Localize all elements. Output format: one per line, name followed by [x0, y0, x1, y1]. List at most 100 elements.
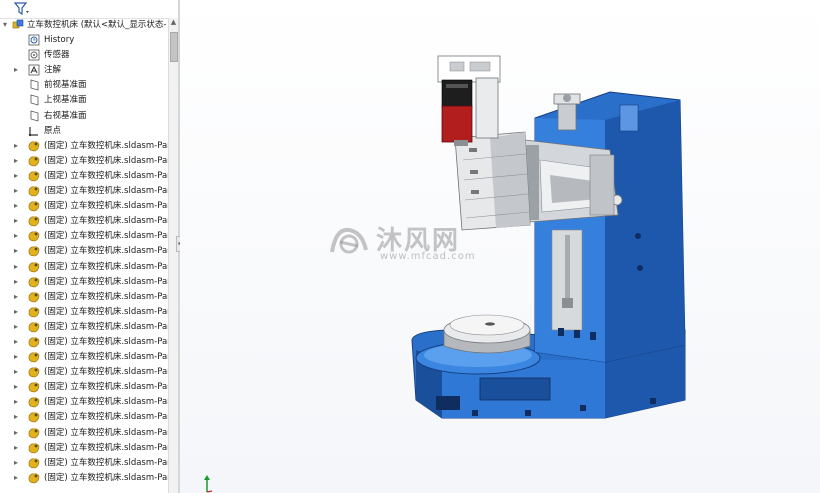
expand-icon[interactable]: ▸ [14, 458, 22, 467]
tree-list: ▾ 立车数控机床 (默认<默认_显示状态- History 传感器 ▸ 注解 前视基准面… [0, 18, 174, 486]
tree-item-label: (固定) 立车数控机床.sldasm-Part [44, 216, 174, 227]
tree-item-label: 原点 [44, 125, 62, 136]
tree-item-part[interactable]: ▸ (固定) 立车数控机床.sldasm-Part [0, 456, 174, 471]
expand-icon[interactable]: ▸ [14, 141, 22, 150]
tree-item-root[interactable]: ▾ 立车数控机床 (默认<默认_显示状态- [0, 18, 168, 33]
rotary-table [443, 314, 531, 354]
tree-item-origin[interactable]: 原点 [0, 124, 168, 139]
tree-item-part[interactable]: ▸ (固定) 立车数控机床.sldasm-Part [0, 471, 174, 486]
part-icon [28, 412, 40, 423]
tree-item-part[interactable]: ▸ (固定) 立车数控机床.sldasm-Part [0, 244, 174, 259]
tree-item-part[interactable]: ▸ (固定) 立车数控机床.sldasm-Part [0, 335, 174, 350]
expand-icon[interactable]: ▸ [14, 337, 22, 346]
tree-item-part[interactable]: ▸ (固定) 立车数控机床.sldasm-Part [0, 395, 174, 410]
tree-item-part[interactable]: ▸ (固定) 立车数控机床.sldasm-Part [0, 365, 174, 380]
expand-icon[interactable]: ▸ [14, 473, 22, 482]
tree-item-label: 上视基准面 [44, 95, 87, 106]
tree-item-label: (固定) 立车数控机床.sldasm-Part [44, 170, 174, 181]
tree-item-part[interactable]: ▸ (固定) 立车数控机床.sldasm-Part [0, 229, 174, 244]
tree-item-label: (固定) 立车数控机床.sldasm-Part [44, 397, 174, 408]
watermark-url: www.mfcad.com [380, 251, 476, 262]
expand-icon[interactable]: ▸ [14, 398, 22, 406]
tree-item-right-plane[interactable]: 右视基准面 [0, 109, 168, 124]
tree-item-part[interactable]: ▸ (固定) 立车数控机床.sldasm-Part [0, 441, 174, 456]
expand-icon[interactable]: ▸ [14, 171, 22, 180]
tree-item-label: (固定) 立车数控机床.sldasm-Part [44, 367, 174, 378]
expand-icon[interactable]: ▸ [14, 292, 22, 301]
expand-icon[interactable]: ▸ [14, 277, 22, 286]
tree-item-part[interactable]: ▸ (固定) 立车数控机床.sldasm-Part [0, 350, 174, 365]
tree-item-label: (固定) 立车数控机床.sldasm-Part [44, 291, 174, 302]
tree-item-top-plane[interactable]: 上视基准面 [0, 93, 168, 108]
tree-item-label: 传感器 [44, 50, 70, 61]
part-icon [28, 427, 40, 438]
tree-item-label: (固定) 立车数控机床.sldasm-Part [44, 457, 174, 468]
origin-icon [28, 126, 38, 136]
expand-icon[interactable]: ▸ [14, 187, 22, 195]
tree-item-part[interactable]: ▸ (固定) 立车数控机床.sldasm-Part [0, 290, 174, 305]
plane-icon [30, 79, 39, 91]
part-icon [28, 367, 40, 378]
part-icon [28, 216, 40, 227]
top-motor [553, 93, 581, 131]
expand-icon[interactable]: ▸ [14, 202, 22, 210]
expand-icon[interactable]: ▸ [14, 353, 22, 361]
expand-icon[interactable]: ▸ [14, 368, 22, 376]
expand-icon[interactable]: ▸ [14, 262, 22, 271]
scroll-up-arrow-icon[interactable]: ▲ [169, 18, 178, 27]
tree-item-label: (固定) 立车数控机床.sldasm-Part [44, 155, 174, 166]
part-icon [28, 473, 40, 484]
part-icon [28, 352, 40, 363]
tree-item-history[interactable]: History [0, 33, 168, 48]
sensor-icon [28, 49, 40, 61]
part-icon [28, 292, 40, 302]
tree-item-part[interactable]: ▸ (固定) 立车数控机床.sldasm-Part [0, 139, 174, 154]
expand-icon[interactable]: ▸ [14, 66, 22, 74]
tree-item-annotations[interactable]: ▸ 注解 [0, 63, 168, 78]
ram-head [454, 131, 531, 231]
tree-item-part[interactable]: ▸ (固定) 立车数控机床.sldasm-Part [0, 275, 174, 290]
expand-icon[interactable]: ▸ [14, 383, 22, 391]
expand-icon[interactable]: ▸ [14, 428, 22, 437]
tree-item-label: (固定) 立车数控机床.sldasm-Part [44, 442, 174, 453]
tree-scrollbar[interactable]: ▲ [168, 18, 178, 493]
expand-icon[interactable]: ▸ [14, 413, 22, 421]
part-icon [28, 382, 40, 393]
part-icon [28, 171, 40, 182]
tree-item-label: (固定) 立车数控机床.sldasm-Part [44, 427, 174, 438]
tree-item-sensors[interactable]: 传感器 [0, 48, 168, 63]
tree-item-part[interactable]: ▸ (固定) 立车数控机床.sldasm-Part [0, 305, 174, 320]
tree-item-part[interactable]: ▸ (固定) 立车数控机床.sldasm-Part [0, 169, 174, 184]
graphics-viewport[interactable]: 沐风网 www.mfcad.com [180, 0, 820, 493]
expand-icon[interactable]: ▸ [14, 217, 22, 225]
tree-item-part[interactable]: ▸ (固定) 立车数控机床.sldasm-Part [0, 320, 174, 335]
part-icon [28, 261, 40, 272]
tree-item-part[interactable]: ▸ (固定) 立车数控机床.sldasm-Part [0, 199, 174, 214]
expand-icon[interactable]: ▸ [14, 247, 22, 255]
part-icon [28, 186, 40, 197]
tree-item-part[interactable]: ▸ (固定) 立车数控机床.sldasm-Part [0, 154, 174, 169]
tree-item-part[interactable]: ▸ (固定) 立车数控机床.sldasm-Part [0, 214, 174, 229]
tree-item-part[interactable]: ▸ (固定) 立车数控机床.sldasm-Part [0, 426, 174, 441]
tree-item-part[interactable]: ▸ (固定) 立车数控机床.sldasm-Part [0, 260, 174, 275]
expand-icon[interactable]: ▸ [14, 232, 22, 240]
expand-icon[interactable]: ▸ [14, 156, 22, 165]
collapse-icon[interactable]: ▾ [3, 21, 11, 29]
assembly-icon [12, 19, 24, 29]
scroll-thumb[interactable] [170, 32, 178, 62]
tree-item-label: (固定) 立车数控机床.sldasm-Part [44, 382, 174, 393]
expand-icon[interactable]: ▸ [14, 307, 22, 316]
crossbeam-slide [524, 139, 623, 223]
tree-item-label: (固定) 立车数控机床.sldasm-Part [44, 352, 174, 363]
tree-item-front-plane[interactable]: 前视基准面 [0, 78, 168, 93]
expand-icon[interactable]: ▸ [14, 322, 22, 331]
tree-item-part[interactable]: ▸ (固定) 立车数控机床.sldasm-Part [0, 410, 174, 425]
filter-icon[interactable] [14, 2, 30, 16]
expand-icon[interactable]: ▸ [14, 443, 22, 452]
axis-triad-icon [204, 475, 213, 493]
tree-item-part[interactable]: ▸ (固定) 立车数控机床.sldasm-Part [0, 184, 174, 199]
annotation-icon [28, 64, 40, 76]
tree-item-label: (固定) 立车数控机床.sldasm-Part [44, 336, 174, 347]
tree-item-part[interactable]: ▸ (固定) 立车数控机床.sldasm-Part [0, 380, 174, 395]
tree-item-label: (固定) 立车数控机床.sldasm-Part [44, 321, 174, 332]
